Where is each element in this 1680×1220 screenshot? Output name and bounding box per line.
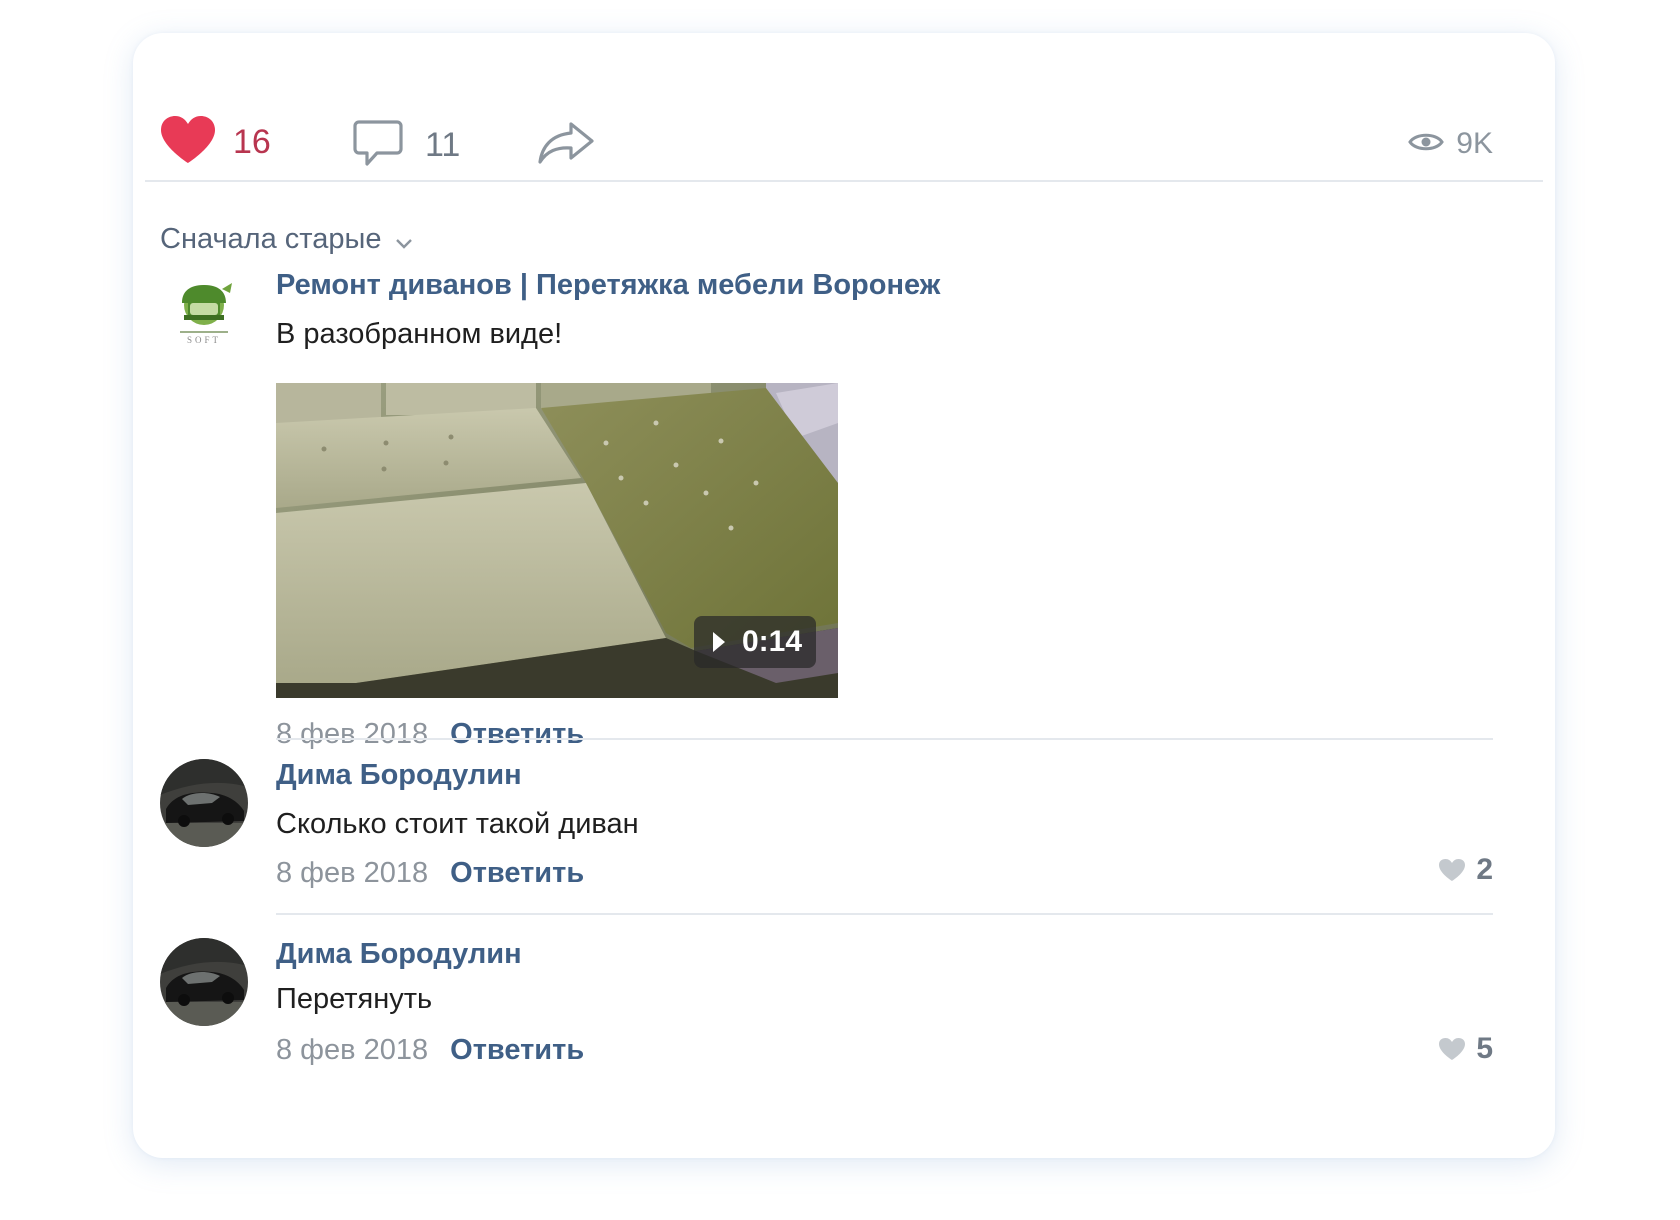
- comment-bubble-icon: [353, 119, 403, 172]
- comment-separator: [276, 738, 1493, 740]
- reply-button[interactable]: Ответить: [450, 1034, 584, 1067]
- video-thumbnail[interactable]: 0:14: [276, 383, 838, 698]
- comment-like-count: 5: [1476, 1032, 1493, 1065]
- reply-button[interactable]: Ответить: [450, 718, 584, 751]
- actions-divider: [145, 180, 1543, 182]
- like-button[interactable]: 16: [159, 115, 271, 170]
- avatar[interactable]: [160, 938, 248, 1026]
- comment-text: В разобранном виде!: [276, 318, 563, 350]
- views-count: 9K: [1456, 127, 1493, 160]
- video-duration-badge: 0:14: [693, 616, 816, 668]
- comment-like-button[interactable]: 5: [1438, 1032, 1493, 1066]
- sort-label: Сначала старые: [160, 223, 382, 255]
- comment-body: Дима Бородулин Перетянуть 8 фев 2018 Отв…: [276, 938, 1493, 1067]
- avatar[interactable]: SOFT: [160, 269, 248, 357]
- reply-button[interactable]: Ответить: [450, 857, 584, 890]
- eye-icon: [1408, 130, 1445, 159]
- heart-icon: [1439, 859, 1466, 881]
- comment-separator: [276, 913, 1493, 915]
- logo-text: SOFT: [187, 335, 221, 345]
- comment-author[interactable]: Дима Бородулин: [276, 759, 1493, 792]
- chevron-down-icon: [395, 225, 413, 258]
- comment-date[interactable]: 8 фев 2018: [276, 857, 428, 890]
- comment-body: Ремонт диванов | Перетяжка мебели Вороне…: [276, 269, 1493, 751]
- comment-meta: 8 фев 2018 Ответить: [276, 857, 1493, 890]
- comment-date[interactable]: 8 фев 2018: [276, 1034, 428, 1067]
- play-icon: [712, 632, 725, 652]
- comment-text: Сколько стоит такой диван: [276, 808, 639, 840]
- heart-icon: [159, 115, 217, 170]
- comment-count: 11: [425, 126, 461, 164]
- comment-text: Перетянуть: [276, 983, 433, 1015]
- sort-dropdown[interactable]: Сначала старые: [160, 221, 413, 258]
- avatar[interactable]: [160, 759, 248, 847]
- views-counter: 9K: [1408, 127, 1493, 161]
- comment-date[interactable]: 8 фев 2018: [276, 718, 428, 751]
- comment-like-count: 2: [1476, 853, 1493, 886]
- comment-author[interactable]: Дима Бородулин: [276, 938, 1493, 971]
- post-actions-bar: 16 11 9K: [133, 33, 1555, 183]
- share-arrow-icon: [537, 121, 595, 170]
- comment-body: Дима Бородулин Сколько стоит такой диван…: [276, 759, 1493, 890]
- like-count: 16: [233, 123, 271, 161]
- comment-meta: 8 фев 2018 Ответить: [276, 1034, 1493, 1067]
- video-duration: 0:14: [741, 625, 802, 658]
- post-card: 16 11 9K Сначала старые SOFT Ремонт дива…: [133, 33, 1555, 1158]
- share-button[interactable]: [537, 121, 595, 170]
- comment-button[interactable]: 11: [353, 119, 460, 172]
- comment-author[interactable]: Ремонт диванов | Перетяжка мебели Вороне…: [276, 269, 1493, 302]
- comment-meta: 8 фев 2018 Ответить: [276, 718, 1493, 751]
- comment-like-button[interactable]: 2: [1438, 853, 1493, 887]
- heart-icon: [1439, 1038, 1466, 1060]
